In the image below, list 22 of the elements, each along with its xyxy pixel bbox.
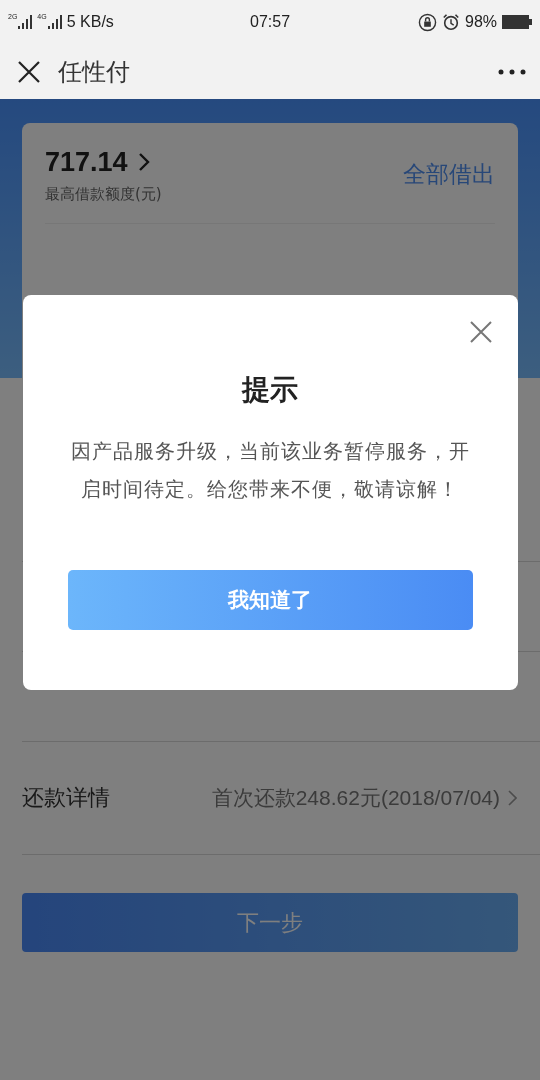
network-speed-text: 5 KB/s [66, 13, 114, 31]
dialog-message: 因产品服务升级，当前该业务暂停服务，开启时间待定。给您带来不便，敬请谅解！ [69, 438, 471, 503]
clock-text: 07:57 [250, 13, 291, 31]
alarm-icon [442, 13, 460, 31]
limit-label: 最高借款额度(元) [45, 185, 162, 204]
rotation-lock-icon [418, 12, 437, 32]
limit-amount: 717.14 [45, 146, 128, 179]
close-icon[interactable] [18, 60, 40, 83]
signal-icon [18, 15, 33, 29]
chevron-right-icon[interactable] [137, 153, 150, 171]
battery-icon [502, 15, 532, 29]
more-icon[interactable] [498, 68, 526, 75]
page-title: 任性付 [58, 56, 131, 88]
confirm-button[interactable]: 我知道了 [67, 570, 473, 630]
next-step-button[interactable]: 下一步 [22, 893, 518, 952]
battery-percent-text: 98% [465, 13, 497, 31]
signal-icon [47, 15, 62, 29]
info-row[interactable]: 还款详情 首次还款248.62元(2018/07/04) [22, 742, 540, 855]
dialog-title: 提示 [242, 372, 298, 408]
row-label: 还款详情 [22, 784, 111, 812]
row-value: 首次还款248.62元(2018/07/04) [210, 785, 500, 811]
borrow-all-link[interactable]: 全部借出 [403, 159, 495, 190]
